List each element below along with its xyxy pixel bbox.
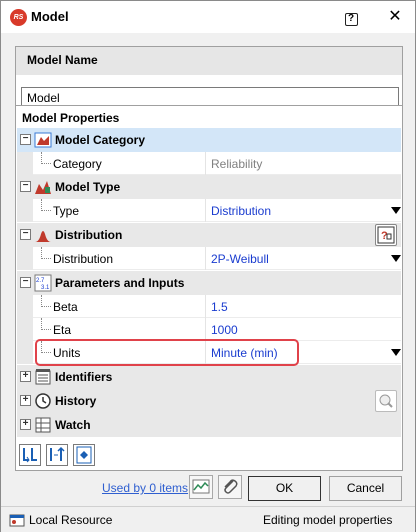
status-message-text: Editing model properties: [263, 513, 393, 527]
property-value-beta[interactable]: 1.5: [211, 300, 228, 314]
local-resource-icon: [9, 514, 25, 527]
app-logo-icon: RS: [10, 9, 27, 26]
help-button[interactable]: ?: [341, 7, 361, 27]
property-row-beta[interactable]: Beta 1.5: [17, 295, 401, 318]
property-row-category[interactable]: Category Reliability: [17, 152, 401, 175]
collapse-icon[interactable]: −: [20, 181, 31, 192]
dropdown-arrow-icon[interactable]: [391, 207, 401, 214]
model-name-header: Model Name: [27, 53, 98, 67]
property-value-distribution[interactable]: 2P-Weibull: [211, 252, 269, 266]
expand-all-button[interactable]: [19, 444, 41, 466]
collapse-all-icon: [50, 446, 65, 461]
property-value-type[interactable]: Distribution: [211, 204, 271, 218]
property-label: Type: [53, 204, 80, 218]
help-icon: ?: [344, 13, 358, 26]
category-label: Identifiers: [55, 370, 113, 384]
category-row-distribution[interactable]: − Distribution ?: [17, 223, 401, 247]
expand-icon[interactable]: +: [20, 419, 31, 430]
units-highlight-box: [35, 339, 299, 366]
category-label: Distribution: [55, 228, 123, 242]
used-by-link[interactable]: Used by 0 items: [102, 481, 188, 495]
category-label: Model Type: [55, 180, 121, 194]
property-row-type[interactable]: Type Distribution: [17, 199, 401, 222]
cancel-button[interactable]: Cancel: [329, 476, 402, 501]
distribution-wizard-icon: ?: [377, 226, 395, 244]
property-label: Beta: [53, 300, 78, 314]
property-value-category: Reliability: [211, 157, 263, 171]
category-row-model-category[interactable]: − Model Category: [17, 128, 401, 152]
show-description-icon: [76, 446, 92, 464]
property-row-eta[interactable]: Eta 1000: [17, 318, 401, 341]
title-bar: RS Model ? ✕: [0, 0, 416, 33]
status-resource-text: Local Resource: [29, 513, 113, 527]
property-row-distribution[interactable]: Distribution 2P-Weibull: [17, 247, 401, 270]
dropdown-arrow-icon[interactable]: [391, 349, 401, 356]
category-row-parameters[interactable]: − 2.7 3.1 Parameters and Inputs: [17, 271, 401, 295]
history-button[interactable]: [375, 390, 397, 412]
property-value-eta[interactable]: 1000: [211, 323, 238, 337]
property-label: Eta: [53, 323, 72, 337]
show-description-button[interactable]: [73, 444, 95, 466]
category-row-history[interactable]: + History: [17, 389, 401, 413]
identifiers-icon: [35, 369, 51, 385]
collapse-icon[interactable]: −: [20, 277, 31, 288]
property-label: Category: [53, 157, 102, 171]
ok-button[interactable]: OK: [248, 476, 321, 501]
close-button[interactable]: ✕: [385, 7, 405, 27]
attachments-button[interactable]: [218, 475, 242, 499]
dialog-body: Model Name Model Model Properties − Mode…: [0, 33, 416, 532]
dropdown-arrow-icon[interactable]: [391, 255, 401, 262]
model-properties-header: Model Properties: [22, 111, 120, 125]
category-label: Parameters and Inputs: [55, 276, 185, 290]
distribution-icon: [35, 231, 51, 242]
watch-icon: [35, 417, 51, 433]
category-row-watch[interactable]: + Watch: [17, 413, 401, 437]
svg-text:2.7: 2.7: [36, 278, 45, 284]
svg-text:3.1: 3.1: [41, 285, 50, 291]
collapse-all-button[interactable]: [46, 444, 68, 466]
expand-all-icon: [23, 448, 37, 463]
collapse-icon[interactable]: −: [20, 229, 31, 240]
plot-button[interactable]: [189, 475, 213, 499]
category-row-identifiers[interactable]: + Identifiers: [17, 365, 401, 389]
category-label: Model Category: [55, 133, 146, 147]
category-label: Watch: [55, 418, 91, 432]
model-properties-panel: Model Properties − Model Category Catego…: [15, 105, 403, 471]
status-bar: Local Resource Editing model properties: [1, 506, 415, 532]
category-row-model-type[interactable]: − Model Type: [17, 175, 401, 199]
paperclip-icon: [224, 479, 238, 494]
expand-icon[interactable]: +: [20, 395, 31, 406]
distribution-wizard-button[interactable]: ?: [375, 224, 397, 246]
history-icon: [35, 393, 51, 409]
category-label: History: [55, 394, 97, 408]
expand-icon[interactable]: +: [20, 371, 31, 382]
model-category-icon: [34, 132, 52, 148]
property-label: Distribution: [53, 252, 114, 266]
plot-icon: [192, 479, 210, 494]
parameters-icon: 2.73.1: [34, 274, 52, 292]
history-search-icon: [379, 394, 393, 408]
model-type-icon: [35, 181, 51, 194]
property-toolbar: [15, 443, 403, 469]
window-title: Model: [31, 9, 69, 24]
collapse-icon[interactable]: −: [20, 134, 31, 145]
